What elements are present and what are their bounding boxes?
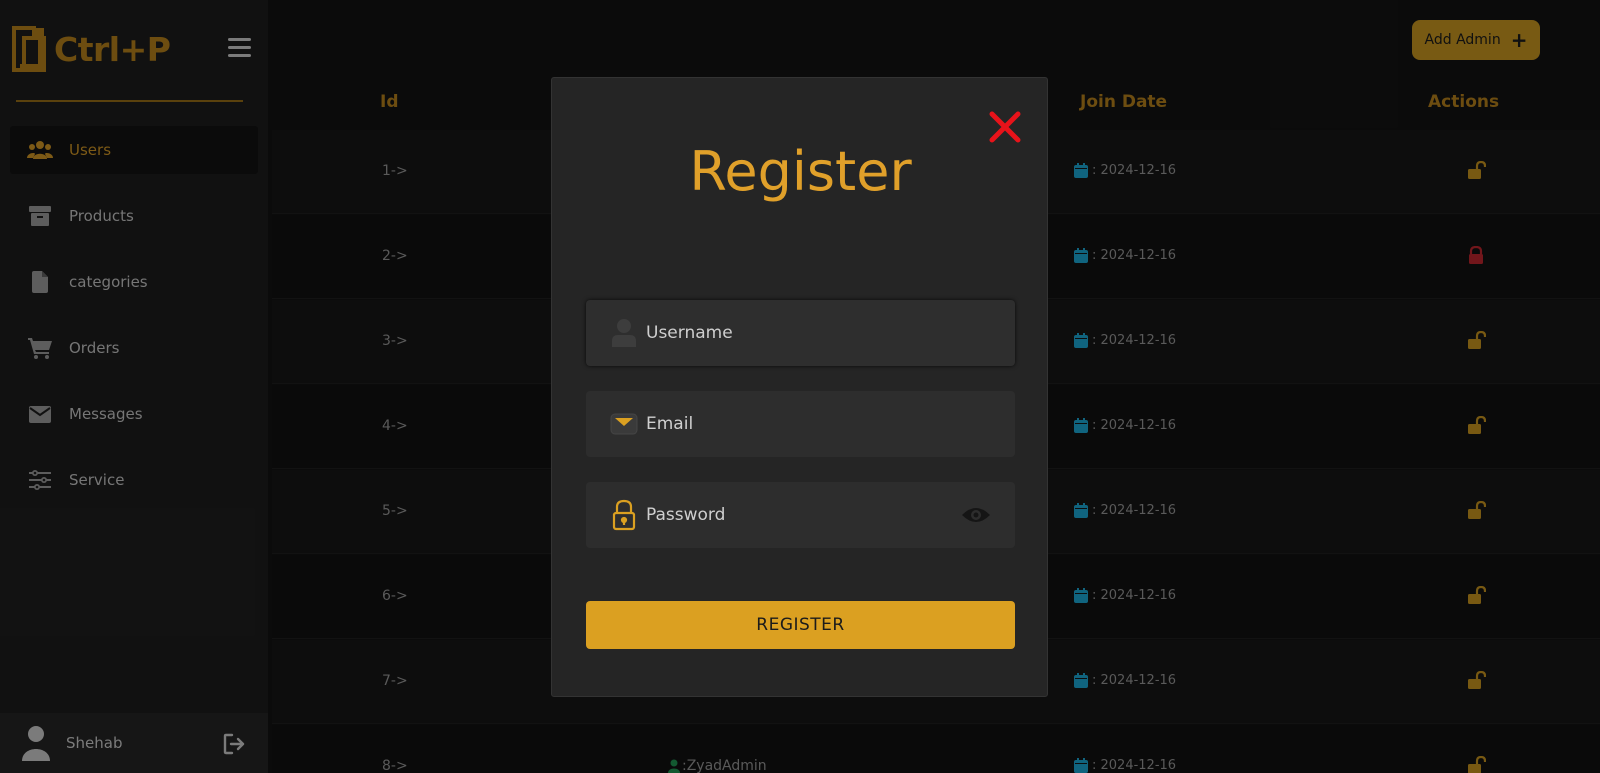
password-input[interactable]: [646, 495, 961, 535]
eye-icon[interactable]: [961, 505, 991, 525]
password-field[interactable]: [586, 482, 1015, 548]
register-modal: Register Username Email REGISTER: [551, 77, 1048, 697]
close-icon[interactable]: [988, 110, 1022, 144]
username-input[interactable]: [646, 313, 1015, 353]
email-input[interactable]: [646, 404, 1015, 444]
user-icon: [610, 318, 638, 348]
email-field[interactable]: [586, 391, 1015, 457]
envelope-icon: [610, 409, 638, 439]
modal-title: Register: [689, 140, 912, 203]
username-field[interactable]: [586, 300, 1015, 366]
lock-icon: [610, 499, 638, 531]
app-root: Ctrl+P Users Products categories Orders …: [0, 0, 1600, 773]
register-button[interactable]: REGISTER: [586, 601, 1015, 649]
